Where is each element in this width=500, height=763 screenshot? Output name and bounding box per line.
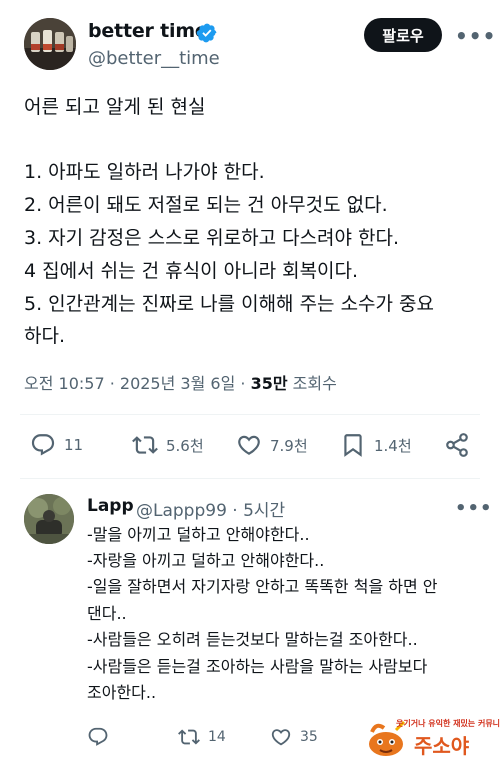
- reply-reply-button[interactable]: [87, 726, 117, 748]
- reply-like-button[interactable]: 35: [270, 726, 318, 748]
- tweet-text-line: 2. 어른이 돼도 저절로 되는 건 아무것도 없다.: [24, 194, 388, 216]
- tweet-text-line: 5. 인간관계는 진짜로 나를 이해해 주는 소수가 중요: [24, 293, 435, 315]
- author-display-name[interactable]: better time: [88, 20, 208, 42]
- author-avatar[interactable]: [24, 18, 76, 70]
- heart-icon: [238, 435, 260, 455]
- watermark-logo-text: 주소야: [414, 734, 470, 758]
- views-label: 조회수: [287, 374, 337, 393]
- reply-handle-time[interactable]: @Lappp99 · 5시간: [136, 496, 285, 521]
- tweet-text-line: 4 집에서 쉬는 건 휴식이 아니라 회복이다.: [24, 260, 359, 282]
- views-count: 35만: [250, 374, 288, 393]
- reply-count: 11: [64, 436, 84, 454]
- retweet-button[interactable]: 5.6천: [132, 432, 204, 458]
- divider: [20, 414, 480, 415]
- reply-icon: [88, 727, 108, 746]
- bookmark-count: 1.4천: [374, 436, 412, 455]
- follow-button[interactable]: 팔로우: [364, 18, 442, 52]
- tweet-text-line: 3. 자기 감정은 스스로 위로하고 다스려야 한다.: [24, 227, 400, 249]
- share-button[interactable]: [444, 432, 478, 458]
- avatar-image: [24, 18, 76, 70]
- reply-more-options-icon[interactable]: •••: [455, 498, 493, 519]
- avatar-image: [24, 494, 74, 544]
- reply-icon: [31, 434, 55, 456]
- bookmark-button[interactable]: 1.4천: [340, 432, 412, 458]
- tweet-text-line: 1. 아파도 일하러 나가야 한다.: [24, 161, 265, 183]
- reply-text-line: -사람들은 듣는걸 조아하는 사람을 말하는 사람보다: [87, 657, 428, 676]
- reply-text-line: -말을 아끼고 덜하고 안해야한다..: [87, 525, 310, 544]
- reply-retweet-count: 14: [208, 729, 226, 745]
- tweet-meta: 오전 10:57 · 2025년 3월 6일 · 35만 조회수: [24, 370, 337, 394]
- retweet-count: 5.6천: [166, 436, 204, 455]
- site-watermark: 웃기거나 유익한 재밌는 커뮤니티 주소야: [366, 716, 500, 760]
- watermark-tagline: 웃기거나 유익한 재밌는 커뮤니티: [396, 719, 500, 728]
- reply-like-count: 35: [300, 729, 318, 745]
- reply-button[interactable]: 11: [30, 432, 83, 458]
- retweet-icon: [178, 729, 200, 745]
- reply-text-line: -사람들은 오히려 듣는것보다 말하는걸 조아한다..: [87, 630, 418, 649]
- like-count: 7.9천: [270, 436, 308, 455]
- reply-text-line: 조아한다..: [87, 683, 157, 702]
- verified-badge-icon: [196, 23, 217, 43]
- reply-author-avatar[interactable]: [24, 494, 74, 544]
- reply-text-line: -일을 잘하면서 자기자랑 안하고 똑똑한 척을 하면 안: [87, 577, 438, 596]
- reply-text-line: -자랑을 아끼고 덜하고 안해야한다..: [87, 551, 325, 570]
- reply-retweet-button[interactable]: 14: [178, 726, 226, 748]
- bookmark-icon: [344, 434, 362, 457]
- more-options-icon[interactable]: •••: [455, 24, 496, 48]
- reply-text-line: 댄다..: [87, 604, 127, 623]
- reply-author-name[interactable]: Lapp: [87, 496, 134, 516]
- tweet-timestamp[interactable]: 오전 10:57 · 2025년 3월 6일 ·: [24, 374, 251, 393]
- tweet-text-line: 하다.: [24, 325, 65, 347]
- tweet-text-title: 어른 되고 알게 된 현실: [24, 96, 206, 118]
- heart-icon: [271, 729, 291, 746]
- divider: [20, 478, 480, 479]
- like-button[interactable]: 7.9천: [236, 432, 308, 458]
- author-handle[interactable]: @better__time: [88, 48, 220, 69]
- retweet-icon: [132, 436, 158, 454]
- share-icon: [446, 433, 468, 457]
